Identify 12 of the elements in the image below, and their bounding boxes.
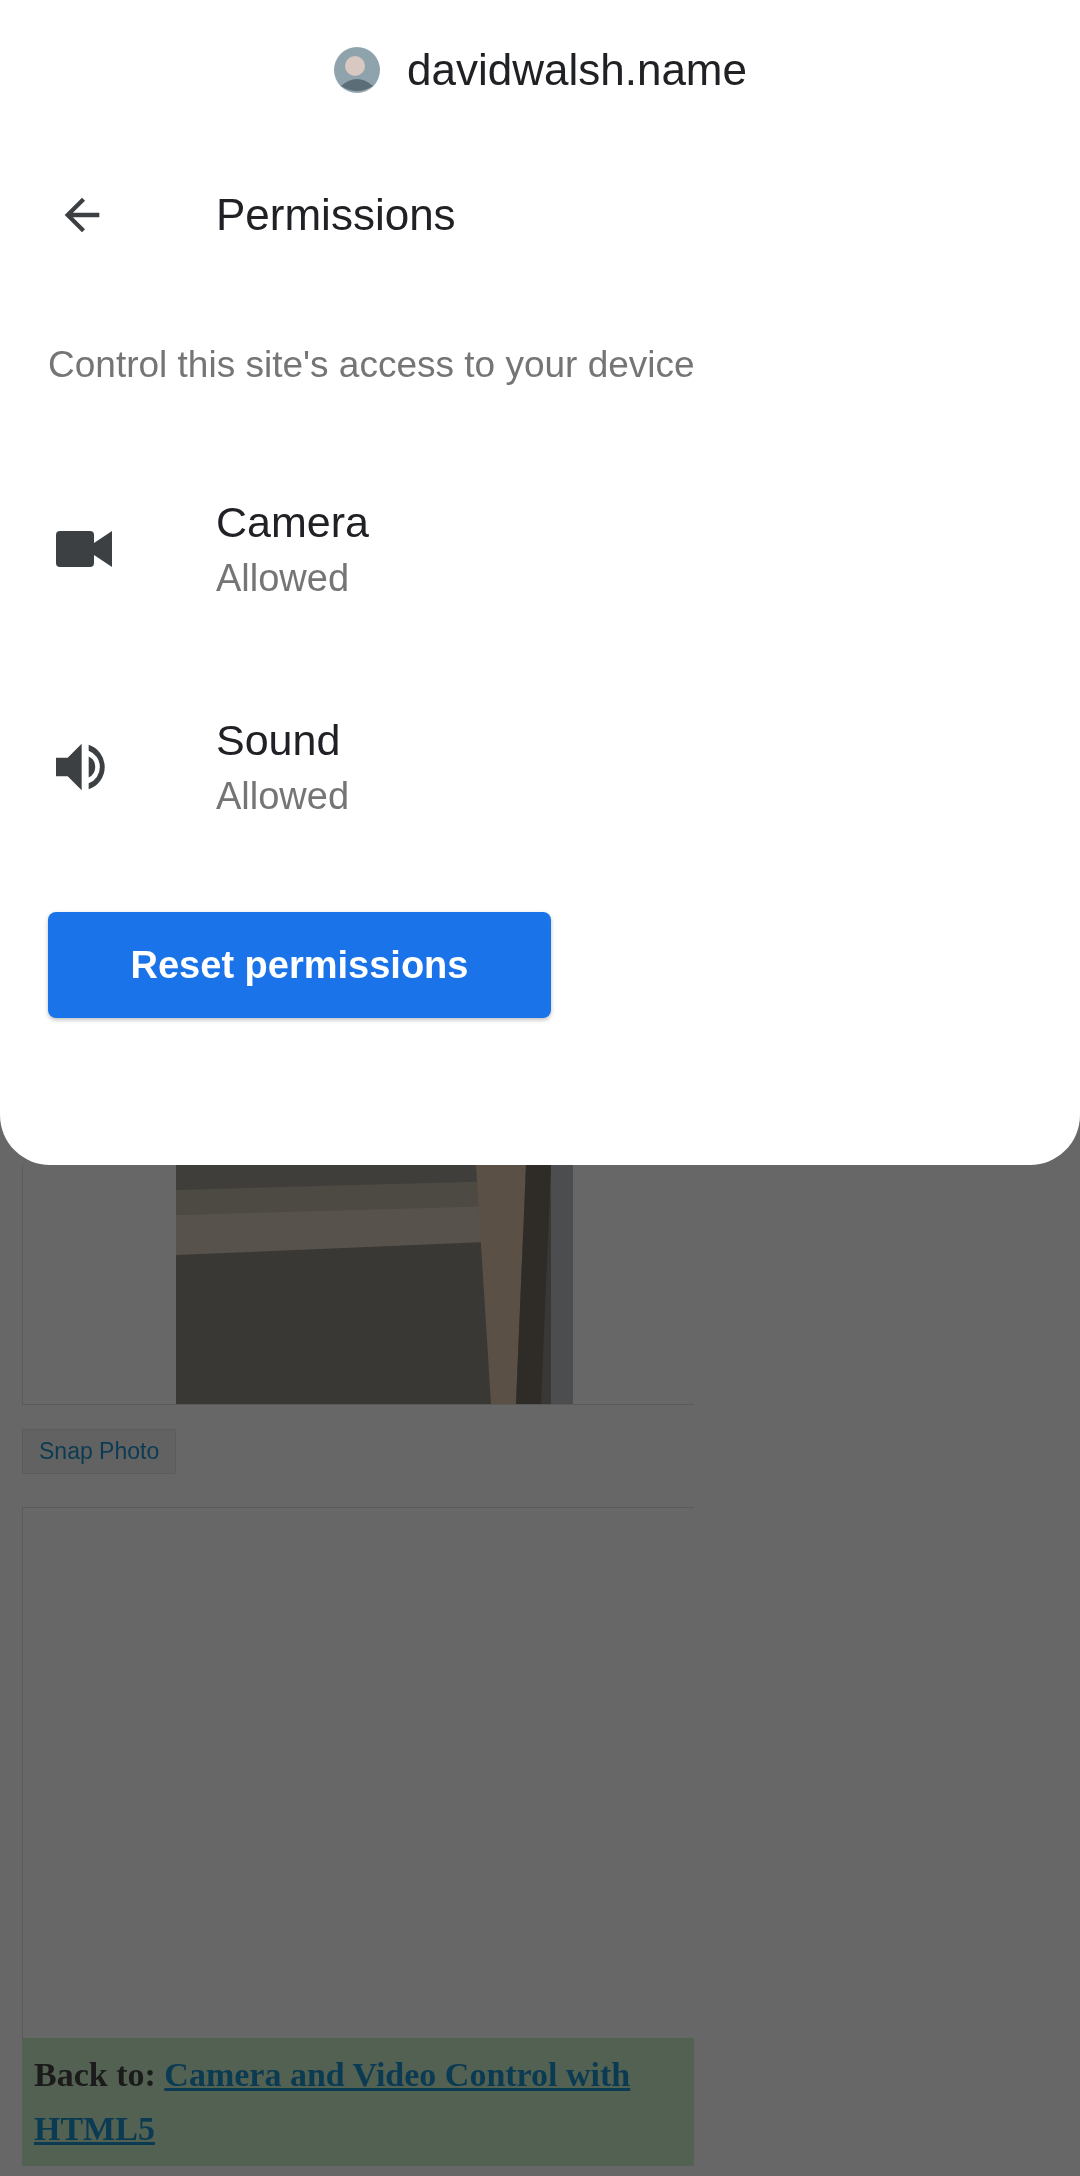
description-text: Control this site's access to your device [47,343,696,387]
reset-permissions-button[interactable]: Reset permissions [48,912,551,1018]
permission-status: Allowed [216,557,351,600]
snap-photo-button[interactable]: Snap Photo [22,1429,177,1474]
permission-name: Sound [216,716,342,765]
site-name: davidwalsh.name [407,45,747,95]
site-icon [333,46,381,94]
back-link-text[interactable]: Back to: Camera and Video Control with HTML5 [22,2038,694,2166]
sheet-title: Permissions [216,190,456,240]
permission-status: Allowed [216,775,350,818]
permission-name: Camera [216,498,369,547]
video-camera-icon [56,529,112,569]
